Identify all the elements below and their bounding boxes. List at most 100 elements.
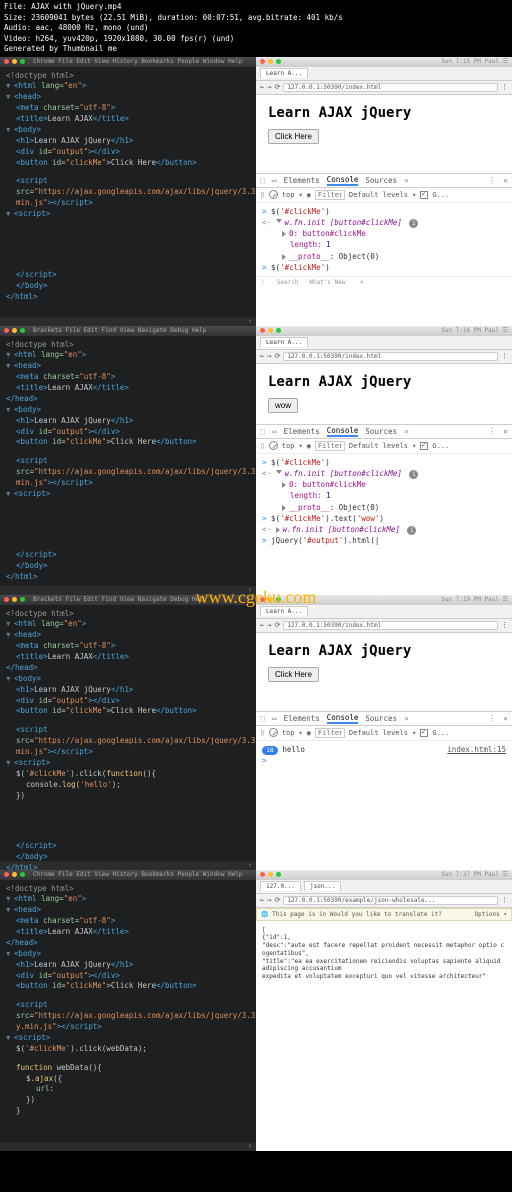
code-editor[interactable]: <!doctype html> ▼<html lang="en"> ▼<head… (0, 880, 256, 1142)
group-checkbox[interactable] (420, 442, 428, 450)
forward-icon[interactable]: → (267, 83, 271, 91)
device-icon[interactable]: ▭ (272, 714, 277, 723)
code-editor[interactable]: <!doctype html> ▼<html lang="en"> ▼<head… (0, 336, 256, 586)
minimize-icon[interactable] (12, 872, 17, 877)
more-tabs-icon[interactable]: » (404, 714, 409, 723)
reload-icon[interactable]: ⟳ (274, 83, 280, 91)
more-tabs-icon[interactable]: » (404, 427, 409, 436)
code-editor[interactable]: <!doctype html> ▼<html lang="en"> ▼<head… (0, 67, 256, 317)
back-icon[interactable]: ← (260, 621, 264, 629)
source-link[interactable]: index.html:15 (447, 744, 506, 755)
menu-icon[interactable]: ⋮ (501, 621, 508, 629)
maximize-icon[interactable] (20, 59, 25, 64)
clear-console-icon[interactable] (269, 190, 278, 199)
console-output[interactable]: > $('#clickMe') <· w.fn.init [button#cli… (256, 203, 512, 277)
console-sidebar-icon[interactable]: ▯ (260, 441, 265, 450)
reload-icon[interactable]: ⟳ (274, 621, 280, 629)
editor-menubar[interactable]: Chrome File Edit View History Bookmarks … (33, 58, 252, 65)
maximize-icon[interactable] (20, 872, 25, 877)
tab-sources[interactable]: Sources (365, 176, 397, 185)
tab-console[interactable]: Console (327, 713, 359, 724)
close-icon[interactable] (4, 328, 9, 333)
tab-console[interactable]: Console (327, 426, 359, 437)
console-output[interactable]: 18 helloindex.html:15 > (256, 741, 512, 770)
info-icon[interactable]: i (409, 219, 418, 228)
context-selector[interactable]: top (282, 191, 295, 199)
url-bar[interactable]: 127.0.0.1:50390/example/json-wholesale..… (283, 896, 498, 905)
devtools-menu-icon[interactable]: ⋮ (488, 176, 496, 185)
eye-icon[interactable]: ◉ (307, 442, 311, 450)
devtools-close-icon[interactable]: ✕ (503, 427, 508, 436)
code-editor[interactable]: <!doctype html> ▼<html lang="en"> ▼<head… (0, 605, 256, 861)
click-here-button[interactable]: Click Here (268, 667, 319, 682)
maximize-icon[interactable] (276, 872, 281, 877)
minimize-icon[interactable] (268, 328, 273, 333)
tab-sources[interactable]: Sources (365, 714, 397, 723)
filter-input[interactable] (315, 190, 345, 200)
translate-options[interactable]: Options ▾ (474, 911, 507, 918)
filter-input[interactable] (315, 441, 345, 451)
browser-tab[interactable]: 127.0... (260, 881, 301, 891)
devtools-close-icon[interactable]: ✕ (503, 714, 508, 723)
group-checkbox[interactable] (420, 191, 428, 199)
inspect-icon[interactable]: ⬚ (260, 176, 265, 185)
minimize-icon[interactable] (268, 872, 273, 877)
maximize-icon[interactable] (276, 59, 281, 64)
device-icon[interactable]: ▭ (272, 427, 277, 436)
reload-icon[interactable]: ⟳ (274, 896, 280, 904)
context-selector[interactable]: top (282, 442, 295, 450)
url-bar[interactable]: 127.0.0.1:50390/index.html (283, 621, 498, 630)
inspect-icon[interactable]: ⬚ (260, 427, 265, 436)
device-icon[interactable]: ▭ (272, 176, 277, 185)
minimize-icon[interactable] (268, 59, 273, 64)
minimize-icon[interactable] (12, 59, 17, 64)
info-icon[interactable]: i (407, 526, 416, 535)
context-selector[interactable]: top (282, 729, 295, 737)
click-here-button[interactable]: Click Here (268, 129, 319, 144)
browser-tab[interactable]: Learn A... (260, 68, 308, 78)
browser-tab[interactable]: json... (304, 881, 341, 891)
close-icon[interactable] (260, 59, 265, 64)
levels-dropdown[interactable]: Default levels ▾ (349, 191, 416, 199)
back-icon[interactable]: ← (260, 896, 264, 904)
devtools-menu-icon[interactable]: ⋮ (488, 714, 496, 723)
close-icon[interactable] (260, 872, 265, 877)
tab-elements[interactable]: Elements (284, 176, 320, 185)
filter-input[interactable] (315, 728, 345, 738)
url-bar[interactable]: 127.0.0.1:50390/index.html (283, 352, 498, 361)
eye-icon[interactable]: ◉ (307, 191, 311, 199)
menu-icon[interactable]: ⋮ (501, 352, 508, 360)
eye-icon[interactable]: ◉ (307, 729, 311, 737)
group-checkbox[interactable] (420, 729, 428, 737)
menu-icon[interactable]: ⋮ (501, 83, 508, 91)
forward-icon[interactable]: → (267, 621, 271, 629)
tab-console[interactable]: Console (327, 175, 359, 186)
url-bar[interactable]: 127.0.0.1:50390/index.html (283, 83, 498, 92)
maximize-icon[interactable] (276, 328, 281, 333)
info-icon[interactable]: i (409, 470, 418, 479)
inspect-icon[interactable]: ⬚ (260, 714, 265, 723)
console-sidebar-icon[interactable]: ▯ (260, 190, 265, 199)
close-icon[interactable] (4, 872, 9, 877)
tab-sources[interactable]: Sources (365, 427, 397, 436)
back-icon[interactable]: ← (260, 83, 264, 91)
clear-console-icon[interactable] (269, 728, 278, 737)
reload-icon[interactable]: ⟳ (274, 352, 280, 360)
tab-elements[interactable]: Elements (284, 714, 320, 723)
devtools-menu-icon[interactable]: ⋮ (488, 427, 496, 436)
console-output[interactable]: > $('#clickMe') <· w.fn.init [button#cli… (256, 454, 512, 550)
minimize-icon[interactable] (12, 597, 17, 602)
console-sidebar-icon[interactable]: ▯ (260, 728, 265, 737)
menu-icon[interactable]: ⋮ (501, 896, 508, 904)
tab-elements[interactable]: Elements (284, 427, 320, 436)
wow-button[interactable]: wow (268, 398, 298, 413)
close-icon[interactable] (260, 328, 265, 333)
browser-tab[interactable]: Learn A... (260, 606, 308, 616)
devtools-close-icon[interactable]: ✕ (503, 176, 508, 185)
back-icon[interactable]: ← (260, 352, 264, 360)
clear-console-icon[interactable] (269, 441, 278, 450)
close-icon[interactable] (4, 59, 9, 64)
levels-dropdown[interactable]: Default levels ▾ (349, 729, 416, 737)
forward-icon[interactable]: → (267, 352, 271, 360)
close-icon[interactable] (4, 597, 9, 602)
